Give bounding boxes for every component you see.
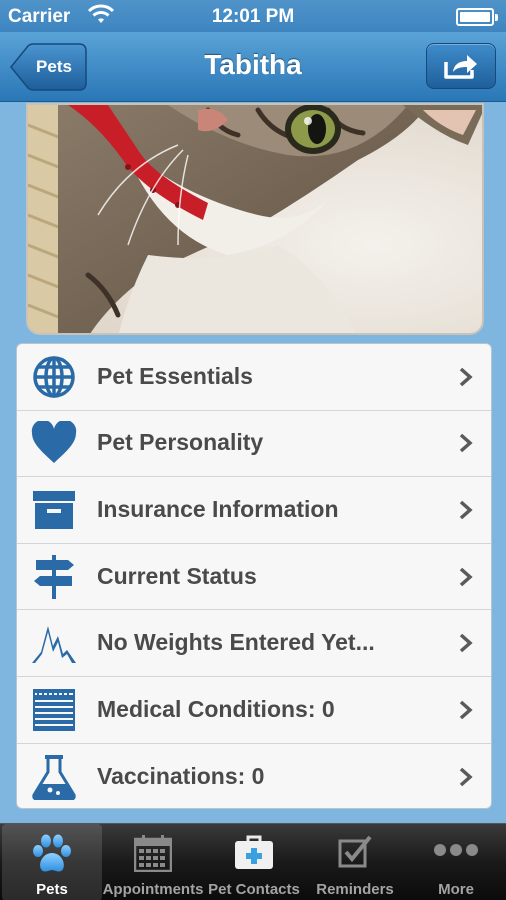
back-button[interactable]: Pets xyxy=(10,43,88,91)
signpost-icon xyxy=(34,554,74,599)
chevron-right-icon xyxy=(459,567,473,586)
tab-label: Pets xyxy=(36,881,68,898)
status-bar: Carrier 12:01 PM xyxy=(0,0,506,32)
tab-appointments[interactable]: Appointments xyxy=(103,824,203,900)
menu-item-medical-conditions[interactable]: Medical Conditions: 0 xyxy=(17,677,491,744)
globe-icon xyxy=(33,356,75,398)
flask-icon xyxy=(32,754,76,800)
menu-item-vaccinations[interactable]: Vaccinations: 0 xyxy=(17,744,491,808)
heart-icon xyxy=(31,421,77,464)
battery-icon xyxy=(456,8,498,26)
menu-item-pet-personality[interactable]: Pet Personality xyxy=(17,411,491,478)
share-button[interactable] xyxy=(426,43,496,89)
chevron-right-icon xyxy=(459,500,473,520)
first-aid-kit-icon xyxy=(235,835,273,869)
pet-photo[interactable] xyxy=(26,103,484,335)
tab-label: Reminders xyxy=(316,881,394,898)
notepad-icon xyxy=(33,688,75,731)
menu-item-label: Current Status xyxy=(97,562,257,589)
cat-photo-image xyxy=(28,105,482,333)
menu-item-insurance-information[interactable]: Insurance Information xyxy=(17,477,491,544)
tab-label: More xyxy=(438,881,474,898)
menu-item-current-status[interactable]: Current Status xyxy=(17,544,491,611)
file-box-icon xyxy=(33,490,75,529)
pet-detail-content: Pet Essentials Pet Personality Insurance… xyxy=(14,103,492,809)
share-icon xyxy=(444,55,477,79)
tab-more[interactable]: More xyxy=(406,824,506,900)
tab-reminders[interactable]: Reminders xyxy=(305,824,405,900)
paw-icon xyxy=(33,834,71,872)
chevron-right-icon xyxy=(459,367,473,387)
status-time: 12:01 PM xyxy=(211,6,295,27)
checkbox-icon xyxy=(338,835,372,868)
chevron-right-icon xyxy=(459,700,473,720)
menu-item-weights[interactable]: No Weights Entered Yet... xyxy=(17,610,491,677)
back-button-label: Pets xyxy=(36,57,72,76)
menu-item-label: No Weights Entered Yet... xyxy=(97,629,375,656)
tab-label: Appointments xyxy=(102,881,204,898)
tab-pets[interactable]: Pets xyxy=(2,824,102,900)
chevron-right-icon xyxy=(459,767,473,787)
pet-menu-list: Pet Essentials Pet Personality Insurance… xyxy=(16,343,492,809)
menu-item-label: Medical Conditions: 0 xyxy=(97,695,335,722)
menu-item-label: Pet Essentials xyxy=(97,362,253,389)
chevron-right-icon xyxy=(459,633,473,653)
calendar-icon xyxy=(134,835,172,872)
menu-item-label: Insurance Information xyxy=(97,495,339,522)
weight-graph-icon xyxy=(32,626,76,664)
menu-item-label: Pet Personality xyxy=(97,429,264,456)
tab-label: Pet Contacts xyxy=(208,881,300,898)
menu-item-label: Vaccinations: 0 xyxy=(97,762,265,789)
chevron-right-icon xyxy=(459,434,473,453)
tab-pet-contacts[interactable]: Pet Contacts xyxy=(204,824,304,900)
tab-bar: Pets Appointments Pet Contacts Reminders… xyxy=(0,823,506,900)
more-dots-icon xyxy=(434,844,478,856)
menu-item-pet-essentials[interactable]: Pet Essentials xyxy=(17,344,491,411)
